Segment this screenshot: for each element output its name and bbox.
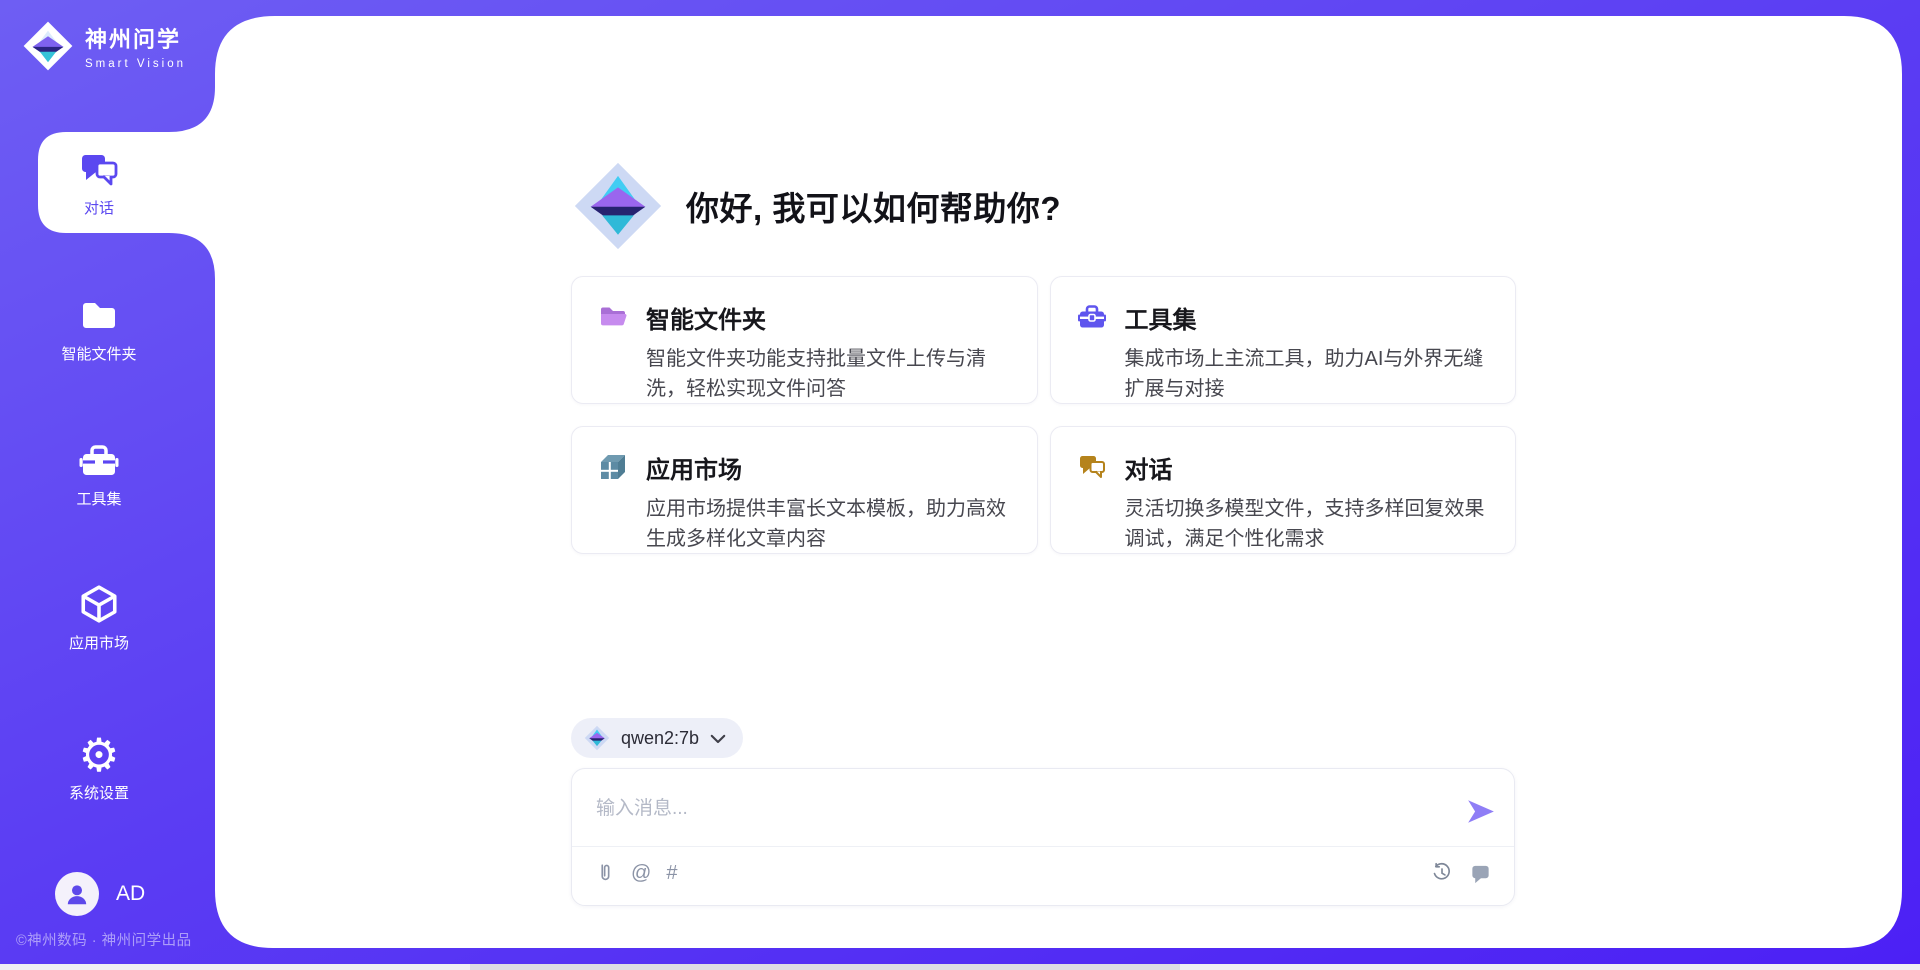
card-description: 应用市场提供丰富长文本模板，助力高效生成多样化文章内容 (646, 494, 1011, 554)
feature-cards: 智能文件夹 智能文件夹功能支持批量文件上传与清洗，轻松实现文件问答 工具集 集成… (571, 276, 1516, 554)
chat-bubbles-icon (1078, 453, 1106, 481)
person-icon (64, 881, 90, 907)
gear-icon: ⚙ (37, 735, 161, 775)
model-name: qwen2:7b (621, 728, 699, 749)
user-profile[interactable]: AD (55, 872, 145, 916)
chevron-down-icon (710, 732, 726, 745)
card-description: 灵活切换多模型文件，支持多样回复效果调试，满足个性化需求 (1125, 494, 1490, 554)
card-smart-folder[interactable]: 智能文件夹 智能文件夹功能支持批量文件上传与清洗，轻松实现文件问答 (571, 276, 1038, 404)
attachment-icon[interactable] (594, 861, 616, 885)
card-chat[interactable]: 对话 灵活切换多模型文件，支持多样回复效果调试，满足个性化需求 (1050, 426, 1517, 554)
horizontal-scrollbar[interactable] (0, 964, 1920, 970)
card-description: 集成市场上主流工具，助力AI与外界无缝扩展与对接 (1125, 344, 1490, 404)
brand-diamond-icon (22, 20, 74, 72)
message-input[interactable] (572, 769, 1432, 839)
toolbox-icon (37, 441, 161, 481)
app-logo: 神州问学 Smart Vision (22, 20, 186, 72)
sidebar-item-label: 系统设置 (37, 782, 161, 803)
scrollbar-thumb[interactable] (470, 964, 1180, 970)
sidebar-item-settings[interactable]: ⚙ 系统设置 (37, 735, 161, 803)
card-title: 工具集 (1125, 300, 1490, 335)
cube-icon (599, 453, 627, 481)
main-content: 你好, 我可以如何帮助你? 智能文件夹 智能文件夹功能支持批量文件上传与清洗，轻… (0, 0, 1920, 970)
brand-diamond-icon (572, 160, 664, 252)
cube-icon (37, 583, 161, 625)
model-selector[interactable]: qwen2:7b (571, 718, 743, 758)
folder-icon (37, 296, 161, 336)
hashtag-icon[interactable]: # (666, 862, 677, 885)
app-name: 神州问学 (85, 22, 186, 54)
history-icon[interactable] (1431, 862, 1453, 884)
folder-icon (599, 303, 627, 331)
card-toolset[interactable]: 工具集 集成市场上主流工具，助力AI与外界无缝扩展与对接 (1050, 276, 1517, 404)
card-description: 智能文件夹功能支持批量文件上传与清洗，轻松实现文件问答 (646, 344, 1011, 404)
sidebar-item-label: 应用市场 (37, 632, 161, 653)
copyright-text: ©神州数码 · 神州问学出品 (16, 929, 206, 950)
hero: 你好, 我可以如何帮助你? (572, 160, 1061, 252)
card-title: 对话 (1125, 450, 1490, 485)
user-name: AD (116, 882, 145, 906)
sidebar-item-label: 对话 (37, 197, 161, 218)
toolbox-icon (1078, 303, 1106, 331)
sidebar: 神州问学 Smart Vision 对话 智能文件夹 (0, 0, 215, 970)
app-subtitle: Smart Vision (85, 58, 186, 70)
sidebar-item-toolset[interactable]: 工具集 (37, 441, 161, 509)
card-title: 智能文件夹 (646, 300, 1011, 335)
chat-bubbles-icon (37, 150, 161, 190)
send-icon[interactable] (1466, 798, 1496, 825)
sidebar-item-label: 智能文件夹 (37, 343, 161, 364)
sidebar-item-chat[interactable]: 对话 (37, 150, 161, 218)
avatar (55, 872, 99, 916)
greeting-text: 你好, 我可以如何帮助你? (686, 182, 1061, 230)
feedback-bubble-icon[interactable] (1469, 861, 1492, 885)
card-app-market[interactable]: 应用市场 应用市场提供丰富长文本模板，助力高效生成多样化文章内容 (571, 426, 1038, 554)
model-diamond-icon (584, 725, 610, 751)
message-composer: @ # (571, 768, 1515, 906)
card-title: 应用市场 (646, 450, 1011, 485)
sidebar-item-app-market[interactable]: 应用市场 (37, 583, 161, 653)
composer-divider (572, 846, 1514, 847)
sidebar-item-label: 工具集 (37, 488, 161, 509)
mention-icon[interactable]: @ (631, 862, 651, 885)
sidebar-item-smart-folder[interactable]: 智能文件夹 (37, 296, 161, 364)
